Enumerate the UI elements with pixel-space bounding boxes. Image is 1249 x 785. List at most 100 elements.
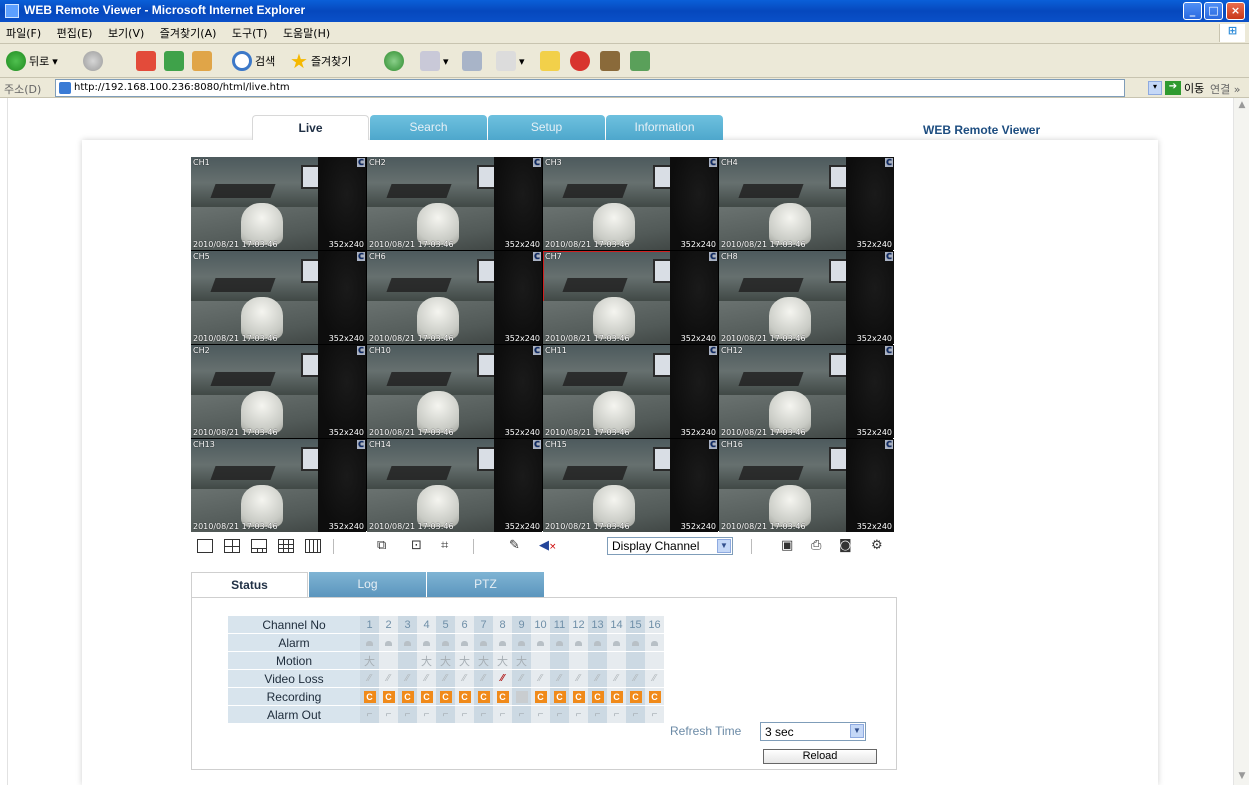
motion-cell [645,652,664,669]
snapshot-icon[interactable]: ◙ [839,538,852,553]
folder-button[interactable] [540,50,560,72]
menu-tools[interactable]: 도구(T) [226,22,274,41]
video-loss-cell: ⁄⁄ [607,670,626,687]
motion-icon: 大 [497,655,508,668]
display-channel-select[interactable]: Display Channel ▼ [607,537,733,555]
forward-button[interactable] [83,50,103,72]
menu-file[interactable]: 파일(F) [0,22,47,41]
save-icon[interactable]: ▣ [781,538,793,553]
video-frame [318,157,366,250]
camera-badge: C [885,346,893,355]
camera-tile[interactable]: CH1 C 2010/08/21 17:03:46 352x240 [191,157,366,250]
camera-tile[interactable]: CH8 C 2010/08/21 17:03:46 352x240 [719,251,894,344]
camera-badge: C [533,158,541,167]
alarm-cell [569,634,588,651]
minimize-button[interactable]: _ [1183,2,1202,20]
layout-4-icon[interactable] [224,539,240,553]
tab-status[interactable]: Status [191,572,308,597]
status-row-label: Video Loss [228,670,360,687]
home-button[interactable] [192,50,212,72]
links-label[interactable]: 연결 » [1210,81,1240,97]
refresh-time-select[interactable]: 3 sec ▼ [760,722,866,741]
people-button[interactable] [630,50,650,72]
tab-search[interactable]: Search [370,115,487,140]
camera-tile[interactable]: CH15 C 2010/08/21 17:03:46 352x240 [543,439,718,532]
search-button[interactable]: 검색 [232,50,275,72]
camera-tile[interactable]: CH4 C 2010/08/21 17:03:46 352x240 [719,157,894,250]
favorites-button[interactable]: ★ 즐겨찾기 [290,49,351,73]
camera-datetime: 2010/08/21 17:03:46 [193,522,278,531]
camera-tile[interactable]: CH2 C 2010/08/21 17:03:46 352x240 [191,345,366,438]
history-button[interactable] [384,50,404,72]
fullscreen-icon[interactable]: ⌗ [441,538,448,553]
recording-icon: C [629,690,642,703]
camera-tile[interactable]: CH12 C 2010/08/21 17:03:46 352x240 [719,345,894,438]
speaker-mute-icon[interactable]: ◀× [539,538,557,553]
menu-help[interactable]: 도움말(H) [277,22,336,41]
messenger-button[interactable] [570,50,590,72]
single-view-icon[interactable]: ⊡ [411,538,422,553]
video-frame [593,391,635,433]
video-frame [593,203,635,245]
camera-tile[interactable]: CH10 C 2010/08/21 17:03:46 352x240 [367,345,542,438]
tab-live[interactable]: Live [252,115,369,140]
microphone-icon[interactable]: ✎ [509,538,520,553]
print-icon [462,51,482,71]
scroll-up-icon[interactable]: ▲ [1236,100,1248,112]
tab-ptz[interactable]: PTZ [427,572,544,597]
layout-1-icon[interactable] [197,539,213,553]
status-row-label: Channel No [228,616,360,633]
tab-setup[interactable]: Setup [488,115,605,140]
mail-button[interactable]: ▾ [420,50,449,72]
recording-cell: C [360,688,379,705]
sequence-icon[interactable]: ⧉ [377,538,386,553]
camera-tile[interactable]: CH3 C 2010/08/21 17:03:46 352x240 [543,157,718,250]
video-frame [417,203,459,245]
alarm-out-cell: ⌐ [493,706,512,723]
video-frame [562,278,628,292]
refresh-button[interactable] [164,50,184,72]
layout-6-icon[interactable] [251,539,267,553]
scroll-down-icon[interactable]: ▼ [1236,771,1248,783]
print-icon[interactable]: ⎙ [811,538,821,553]
camera-resolution: 352x240 [856,522,892,531]
video-frame [769,485,811,527]
menu-view[interactable]: 보기(V) [102,22,150,41]
research-button[interactable] [600,50,620,72]
menu-edit[interactable]: 편집(E) [51,22,99,41]
channel-number: 6 [455,616,474,633]
edit-icon [496,51,516,71]
layout-16-icon[interactable] [305,539,321,553]
close-button[interactable]: × [1226,2,1245,20]
camera-tile[interactable]: CH2 C 2010/08/21 17:03:46 352x240 [367,157,542,250]
windows-flag-icon: ⊞ [1219,24,1245,42]
go-button[interactable]: ▾ ➔ 이동 [1148,80,1204,96]
settings-icon[interactable]: ⚙ [871,538,883,553]
alarm-out-icon: ⌐ [404,709,411,720]
camera-tile[interactable]: CH13 C 2010/08/21 17:03:46 352x240 [191,439,366,532]
address-input[interactable]: http://192.168.100.236:8080/html/live.ht… [55,79,1125,97]
menu-favorites[interactable]: 즐겨찾기(A) [154,22,223,41]
camera-badge: C [533,346,541,355]
camera-tile[interactable]: CH14 C 2010/08/21 17:03:46 352x240 [367,439,542,532]
maximize-button[interactable]: □ [1204,2,1223,20]
stop-button[interactable] [136,50,156,72]
channel-number: 13 [588,616,607,633]
print-button[interactable] [462,50,482,72]
camera-tile[interactable]: CH5 C 2010/08/21 17:03:46 352x240 [191,251,366,344]
camera-datetime: 2010/08/21 17:03:46 [721,428,806,437]
camera-tile[interactable]: CH6 C 2010/08/21 17:03:46 352x240 [367,251,542,344]
address-dropdown-icon[interactable]: ▾ [1148,81,1162,95]
layout-9-icon[interactable] [278,539,294,553]
camera-tile[interactable]: CH16 C 2010/08/21 17:03:46 352x240 [719,439,894,532]
reload-button[interactable]: Reload [763,749,877,764]
tab-information[interactable]: Information [606,115,723,140]
video-loss-icon: ⁄⁄ [576,673,581,684]
tab-log[interactable]: Log [309,572,426,597]
camera-tile[interactable]: CH7 C 2010/08/21 17:03:46 352x240 [543,251,718,344]
edit-button[interactable]: ▾ [496,50,525,72]
alarm-cell [379,634,398,651]
camera-tile[interactable]: CH11 C 2010/08/21 17:03:46 352x240 [543,345,718,438]
back-button[interactable]: 뒤로 ▾ [6,50,58,72]
vertical-scrollbar[interactable]: ▲ ▼ [1233,98,1249,785]
